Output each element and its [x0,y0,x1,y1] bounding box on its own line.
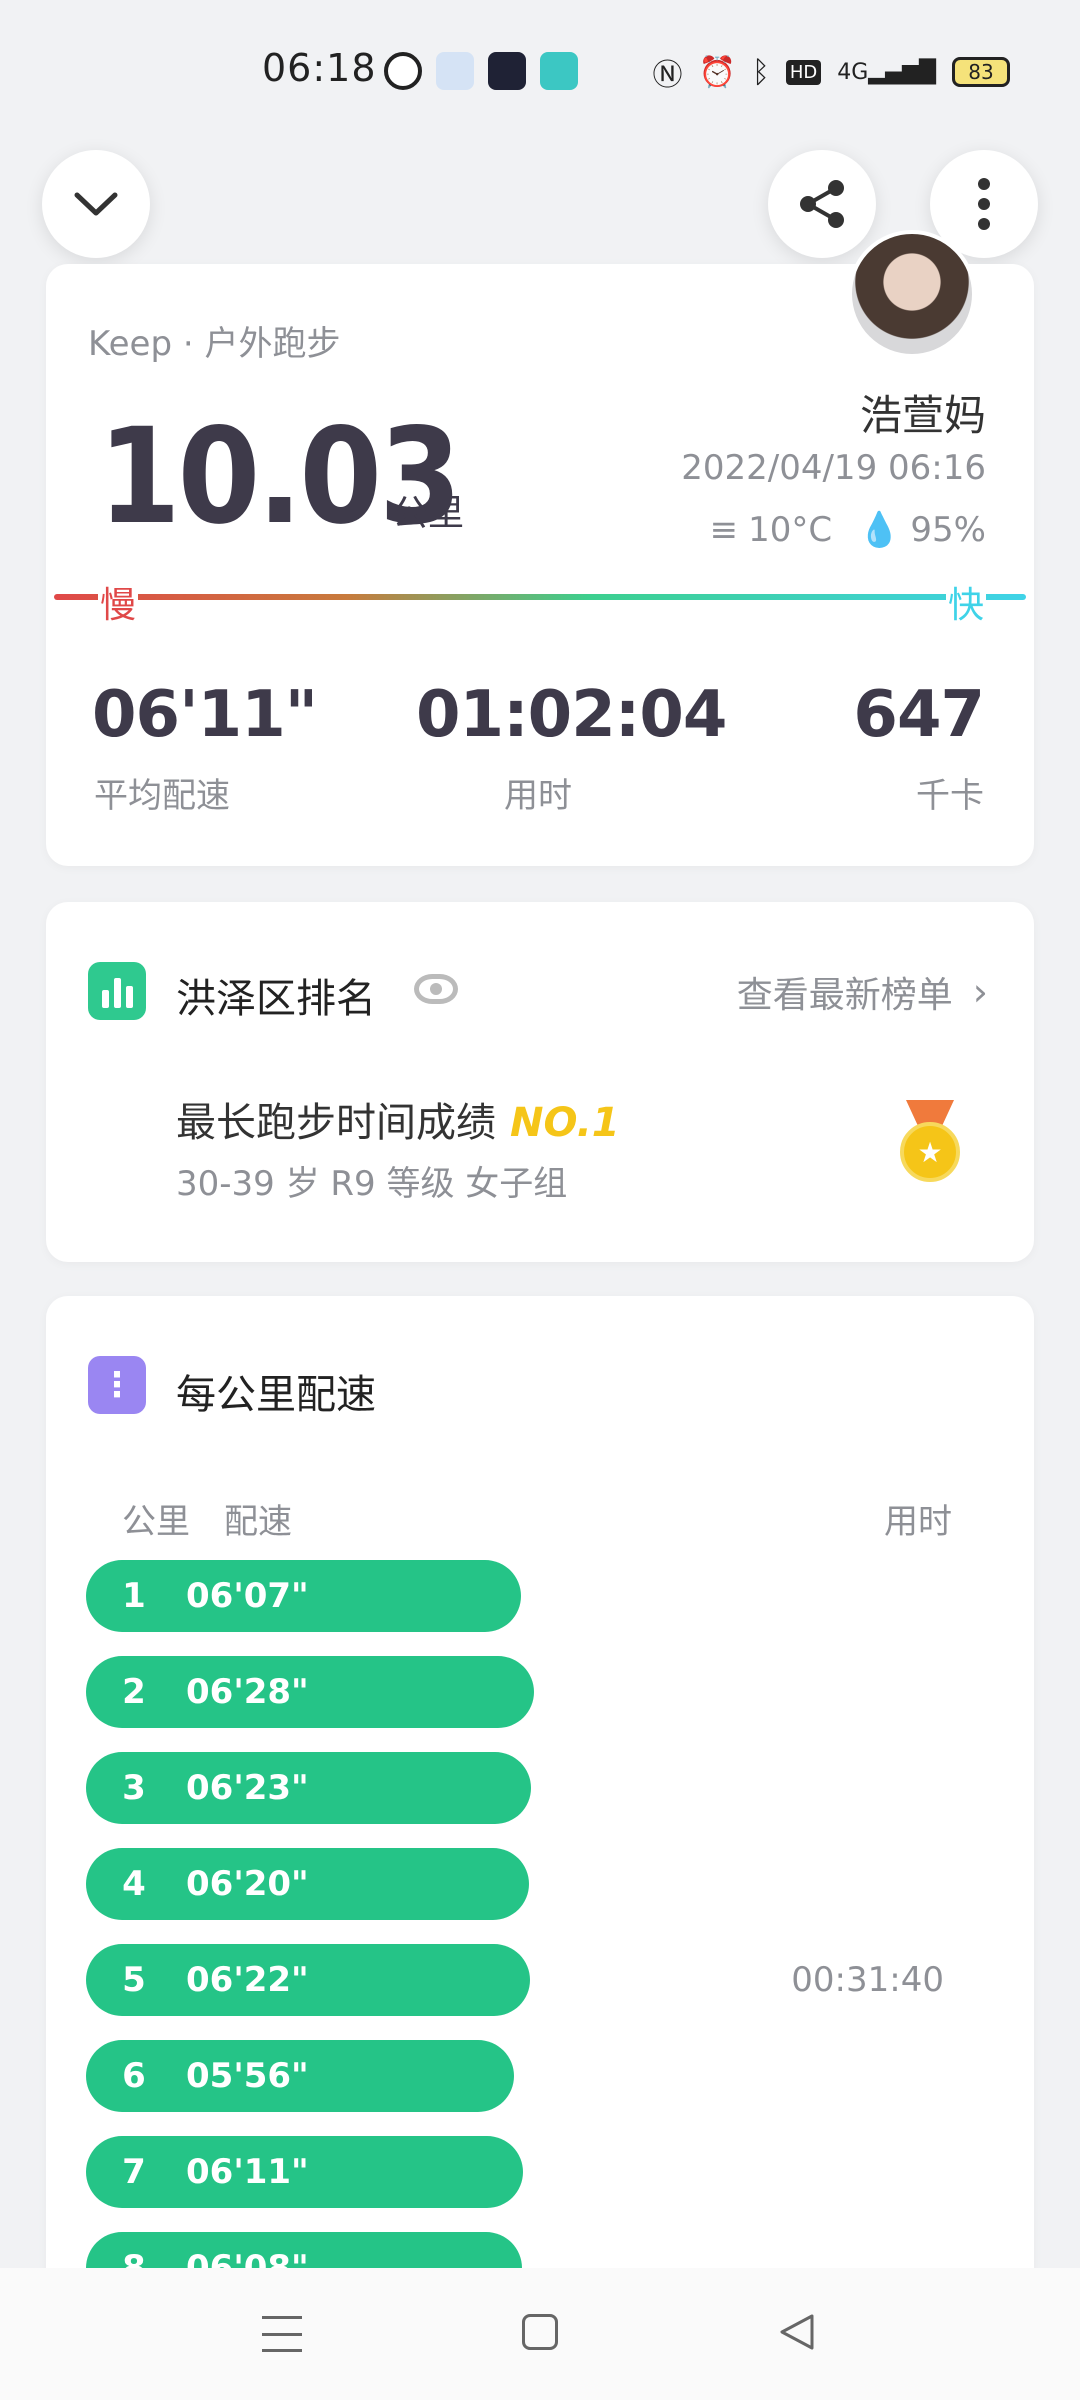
humidity: 95% [910,510,986,550]
calories-label: 千卡 [916,776,984,816]
view-leaderboard-label: 查看最新榜单 [736,975,953,1016]
app-k-icon [384,52,422,90]
system-nav-bar [0,2268,1080,2400]
battery-icon: 83 [952,57,1010,87]
more-vertical-icon [978,178,990,230]
group-info: 30-39 岁 R9 等级 女子组 [176,1164,568,1204]
ranking-card [46,902,1034,1262]
status-bar: 06:18 Ⓝ ⏰ ᛒ HD 4G▂▄▆█ 83 [0,0,1080,140]
status-indicators: Ⓝ ⏰ ᛒ HD 4G▂▄▆█ 83 [652,50,1010,94]
rank-badge-text: NO.1 [510,1100,620,1146]
pace-col-time: 用时 [884,1502,952,1542]
chevron-down-icon [74,192,118,216]
avg-pace-label: 平均配速 [94,776,230,816]
pace-col-pace: 配速 [224,1502,292,1542]
weather-info: ≡ 10°C 💧 95% [710,510,986,550]
hd-icon: HD [785,59,822,85]
achievement-text: 最长跑步时间成绩 [176,1100,496,1146]
ranking-title: 洪泽区排名 [176,976,376,1022]
achievement-line: 最长跑步时间成绩 NO.1 [176,1090,620,1148]
ranking-chart-icon [88,962,146,1020]
avg-pace-value: 06'11" [92,678,318,752]
home-icon[interactable] [522,2314,558,2350]
eye-icon[interactable] [414,974,458,1004]
duration-label: 用时 [504,776,572,816]
chevron-right-icon: › [972,970,988,1014]
menu-icon[interactable] [262,2316,302,2352]
signal-icon: 4G▂▄▆█ [837,59,936,85]
view-leaderboard-link[interactable]: 查看最新榜单 › [737,966,988,1018]
avatar[interactable] [848,230,976,358]
pace-col-km: 公里 [122,1502,190,1542]
collapse-button[interactable] [42,150,150,258]
duration-value: 01:02:04 [416,678,727,752]
alarm-icon: ⏰ [698,54,736,90]
pace-card [46,1296,1034,2296]
activity-source: Keep · 户外跑步 [88,324,341,364]
user-name: 浩萱妈 [859,391,986,440]
nfc-icon: Ⓝ [652,58,683,93]
share-button[interactable] [768,150,876,258]
temperature: 10°C [748,510,833,550]
pace-title: 每公里配速 [176,1372,376,1418]
pace-ruler-icon: ⋮ [88,1356,146,1414]
back-triangle-icon[interactable] [778,2312,816,2352]
humidity-drop-icon: 💧 [858,510,901,550]
app-notification-icon [436,52,474,90]
calories-value: 647 [853,678,985,752]
weather-lines-icon: ≡ [709,510,739,550]
status-time: 06:18 [262,46,377,90]
app-chat-icon [540,52,578,90]
bluetooth-icon: ᛒ [751,54,770,90]
share-icon [800,180,844,228]
pace-gradient-line [54,594,1026,600]
slow-label: 慢 [98,576,139,628]
fast-label: 快 [946,576,987,628]
app-back-icon [488,52,526,90]
distance-unit: 公里 [392,493,465,534]
activity-datetime: 2022/04/19 06:16 [681,448,986,488]
